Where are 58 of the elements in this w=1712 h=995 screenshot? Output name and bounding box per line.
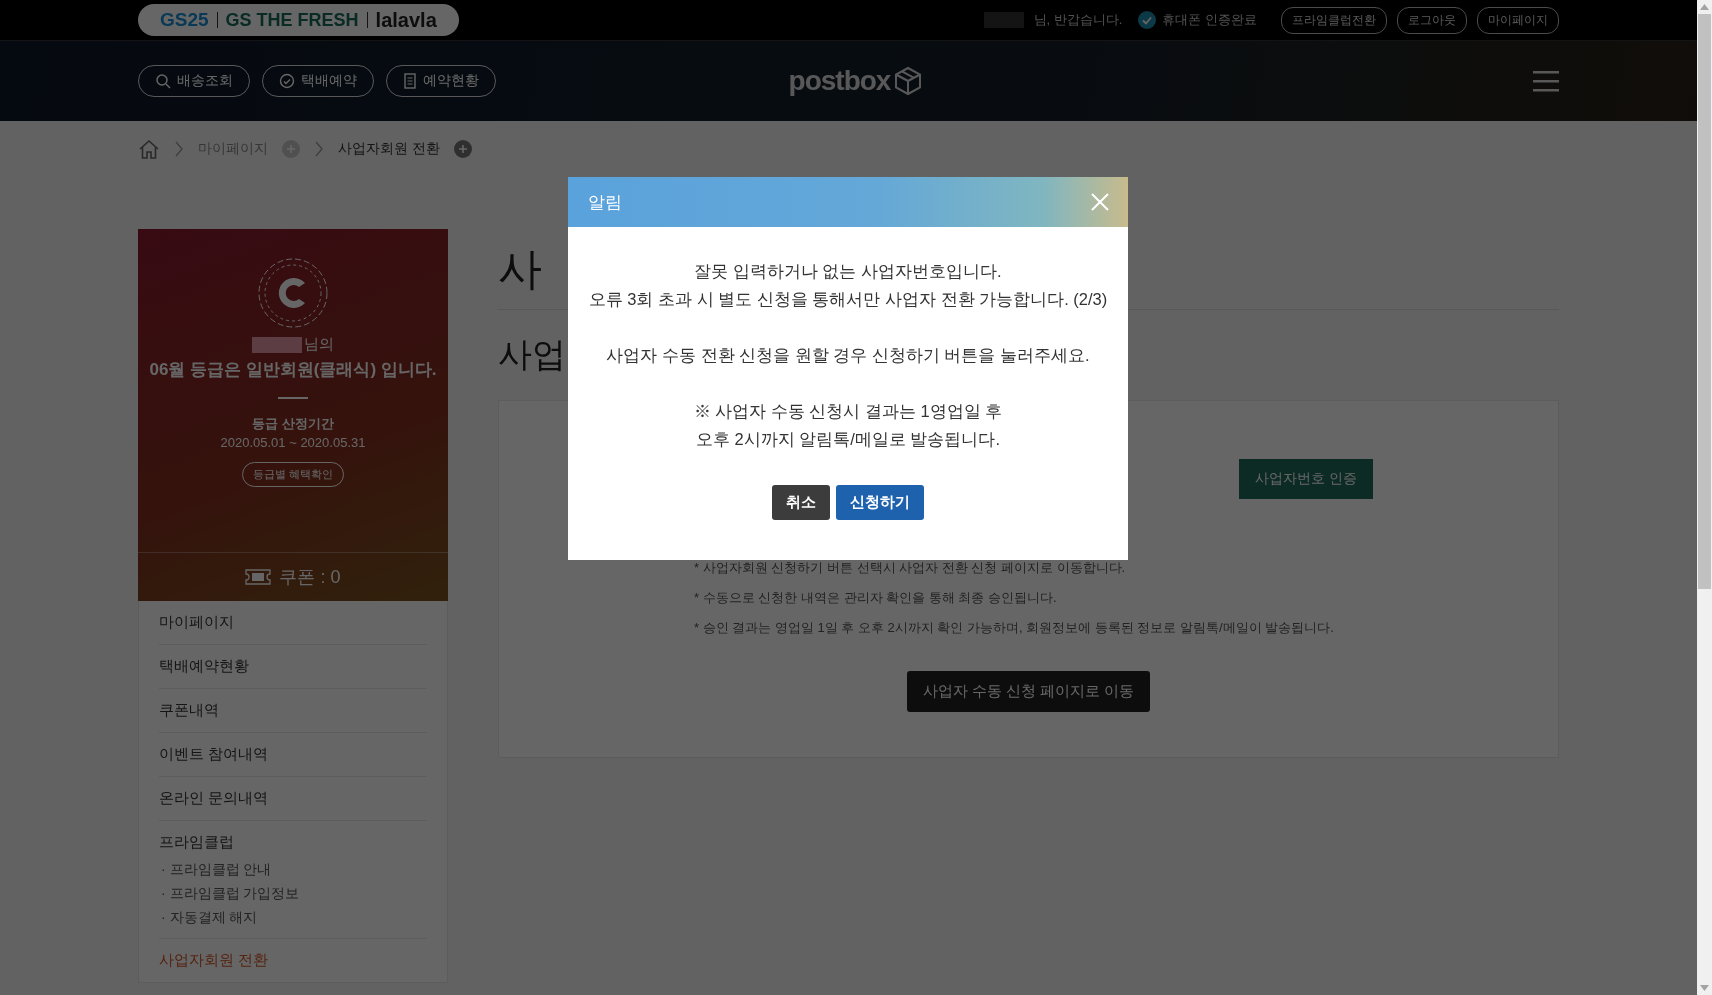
note-text: * 승인 결과는 영업일 1일 후 오후 2시까지 확인 가능하며, 회원정보에 등록된 정보로 알림톡/메일이 발송됩니다. (694, 619, 1335, 637)
check-circle-icon (1138, 11, 1157, 29)
dialog-message: 사업자 수동 전환 신청을 원할 경우 신청하기 버튼을 눌러주세요. (606, 345, 1090, 366)
member-name-suffix: 님의 (304, 335, 334, 354)
sidebar-item[interactable]: 프라임클럽 (159, 833, 427, 858)
sidebar-subitem[interactable]: · 프라임클럽 가입정보 (159, 882, 427, 906)
cube-icon (894, 66, 923, 96)
search-icon (155, 73, 171, 89)
grade-emblem-icon (257, 257, 329, 329)
coupon-count[interactable]: 쿠폰 : 0 (279, 565, 341, 589)
sidebar-subitem[interactable]: · 프라임클럽 안내 (159, 858, 427, 882)
scroll-up-icon[interactable] (1700, 4, 1709, 10)
document-icon (403, 73, 417, 89)
grade-text: 06월 등급은 일반회원(클래식) 입니다. (149, 359, 437, 381)
page-title: 사 (498, 242, 542, 295)
sidebar-item[interactable]: 이벤트 참여내역 (159, 733, 427, 777)
sidebar-item[interactable]: 쿠폰내역 (159, 689, 427, 733)
brand-logo[interactable]: GS25 (160, 9, 209, 31)
dialog-message: 오후 2시까지 알림톡/메일로 발송됩니다. (694, 429, 1002, 450)
close-button[interactable] (1090, 192, 1110, 212)
section-title: 사업 (498, 334, 566, 375)
logo-text[interactable]: postbox (788, 65, 891, 97)
coupon-icon (245, 569, 272, 585)
sidebar-item[interactable]: 온라인 문의내역 (159, 777, 427, 821)
apply-button[interactable]: 신청하기 (836, 485, 924, 520)
top-link[interactable]: 마이페이지 (1477, 6, 1559, 34)
chevron-right-icon (174, 141, 184, 157)
check-circle-icon (279, 73, 295, 89)
note-text: * 수동으로 신청한 내역은 관리자 확인을 통해 최종 승인됩니다. (694, 589, 1058, 607)
top-link[interactable]: 로그아웃 (1397, 6, 1467, 34)
top-link[interactable]: 프라임클럽전환 (1281, 6, 1387, 34)
note-text: * 사업자회원 신청하기 버튼 선택시 사업자 전환 신청 페이지로 이동합니다. (694, 559, 1127, 577)
dialog-title: 알림 (588, 191, 622, 214)
cancel-button[interactable]: 취소 (772, 485, 830, 520)
breadcrumb-item[interactable]: 사업자회원 전환 (338, 140, 440, 158)
redacted-name (252, 336, 302, 353)
sidebar-item[interactable]: 마이페이지 (159, 601, 427, 645)
brand-logos-banner[interactable]: GS25 GS THE FRESH lalavla (138, 4, 459, 36)
brand-logo[interactable]: GS THE FRESH (225, 9, 359, 31)
manual-apply-button[interactable]: 사업자 수동 신청 페이지로 이동 (906, 671, 1151, 712)
sidebar-item[interactable]: 택배예약현황 (159, 645, 427, 689)
greeting-text: 님, 반갑습니다. (1033, 11, 1123, 29)
period-text: 2020.05.01 ~ 2020.05.31 (220, 435, 366, 450)
verify-button[interactable]: 사업자번호 인증 (1239, 459, 1373, 499)
verification-status: 휴대폰 인증완료 (1162, 11, 1257, 29)
menu-icon[interactable] (1533, 70, 1559, 92)
sidebar-item[interactable]: 사업자회원 전환 (159, 939, 427, 982)
scrollbar[interactable] (1697, 0, 1712, 995)
plus-circle-icon[interactable] (453, 140, 472, 158)
sidebar-subitem[interactable]: · 자동결제 해지 (159, 906, 427, 930)
chevron-right-icon (314, 141, 324, 157)
dialog-message: 오류 3회 초과 시 별도 신청을 통해서만 사업자 전환 가능합니다. (2/3) (588, 289, 1108, 310)
home-icon[interactable] (138, 139, 160, 159)
period-label: 등급 산정기간 (252, 415, 334, 433)
dialog-message: ※ 사업자 수동 신청시 결과는 1영업일 후 (693, 401, 1003, 422)
brand-logo[interactable]: lalavla (375, 8, 437, 32)
dialog-message: 잘못 입력하거나 없는 사업자번호입니다. (693, 261, 1003, 282)
scroll-down-icon[interactable] (1700, 985, 1709, 991)
